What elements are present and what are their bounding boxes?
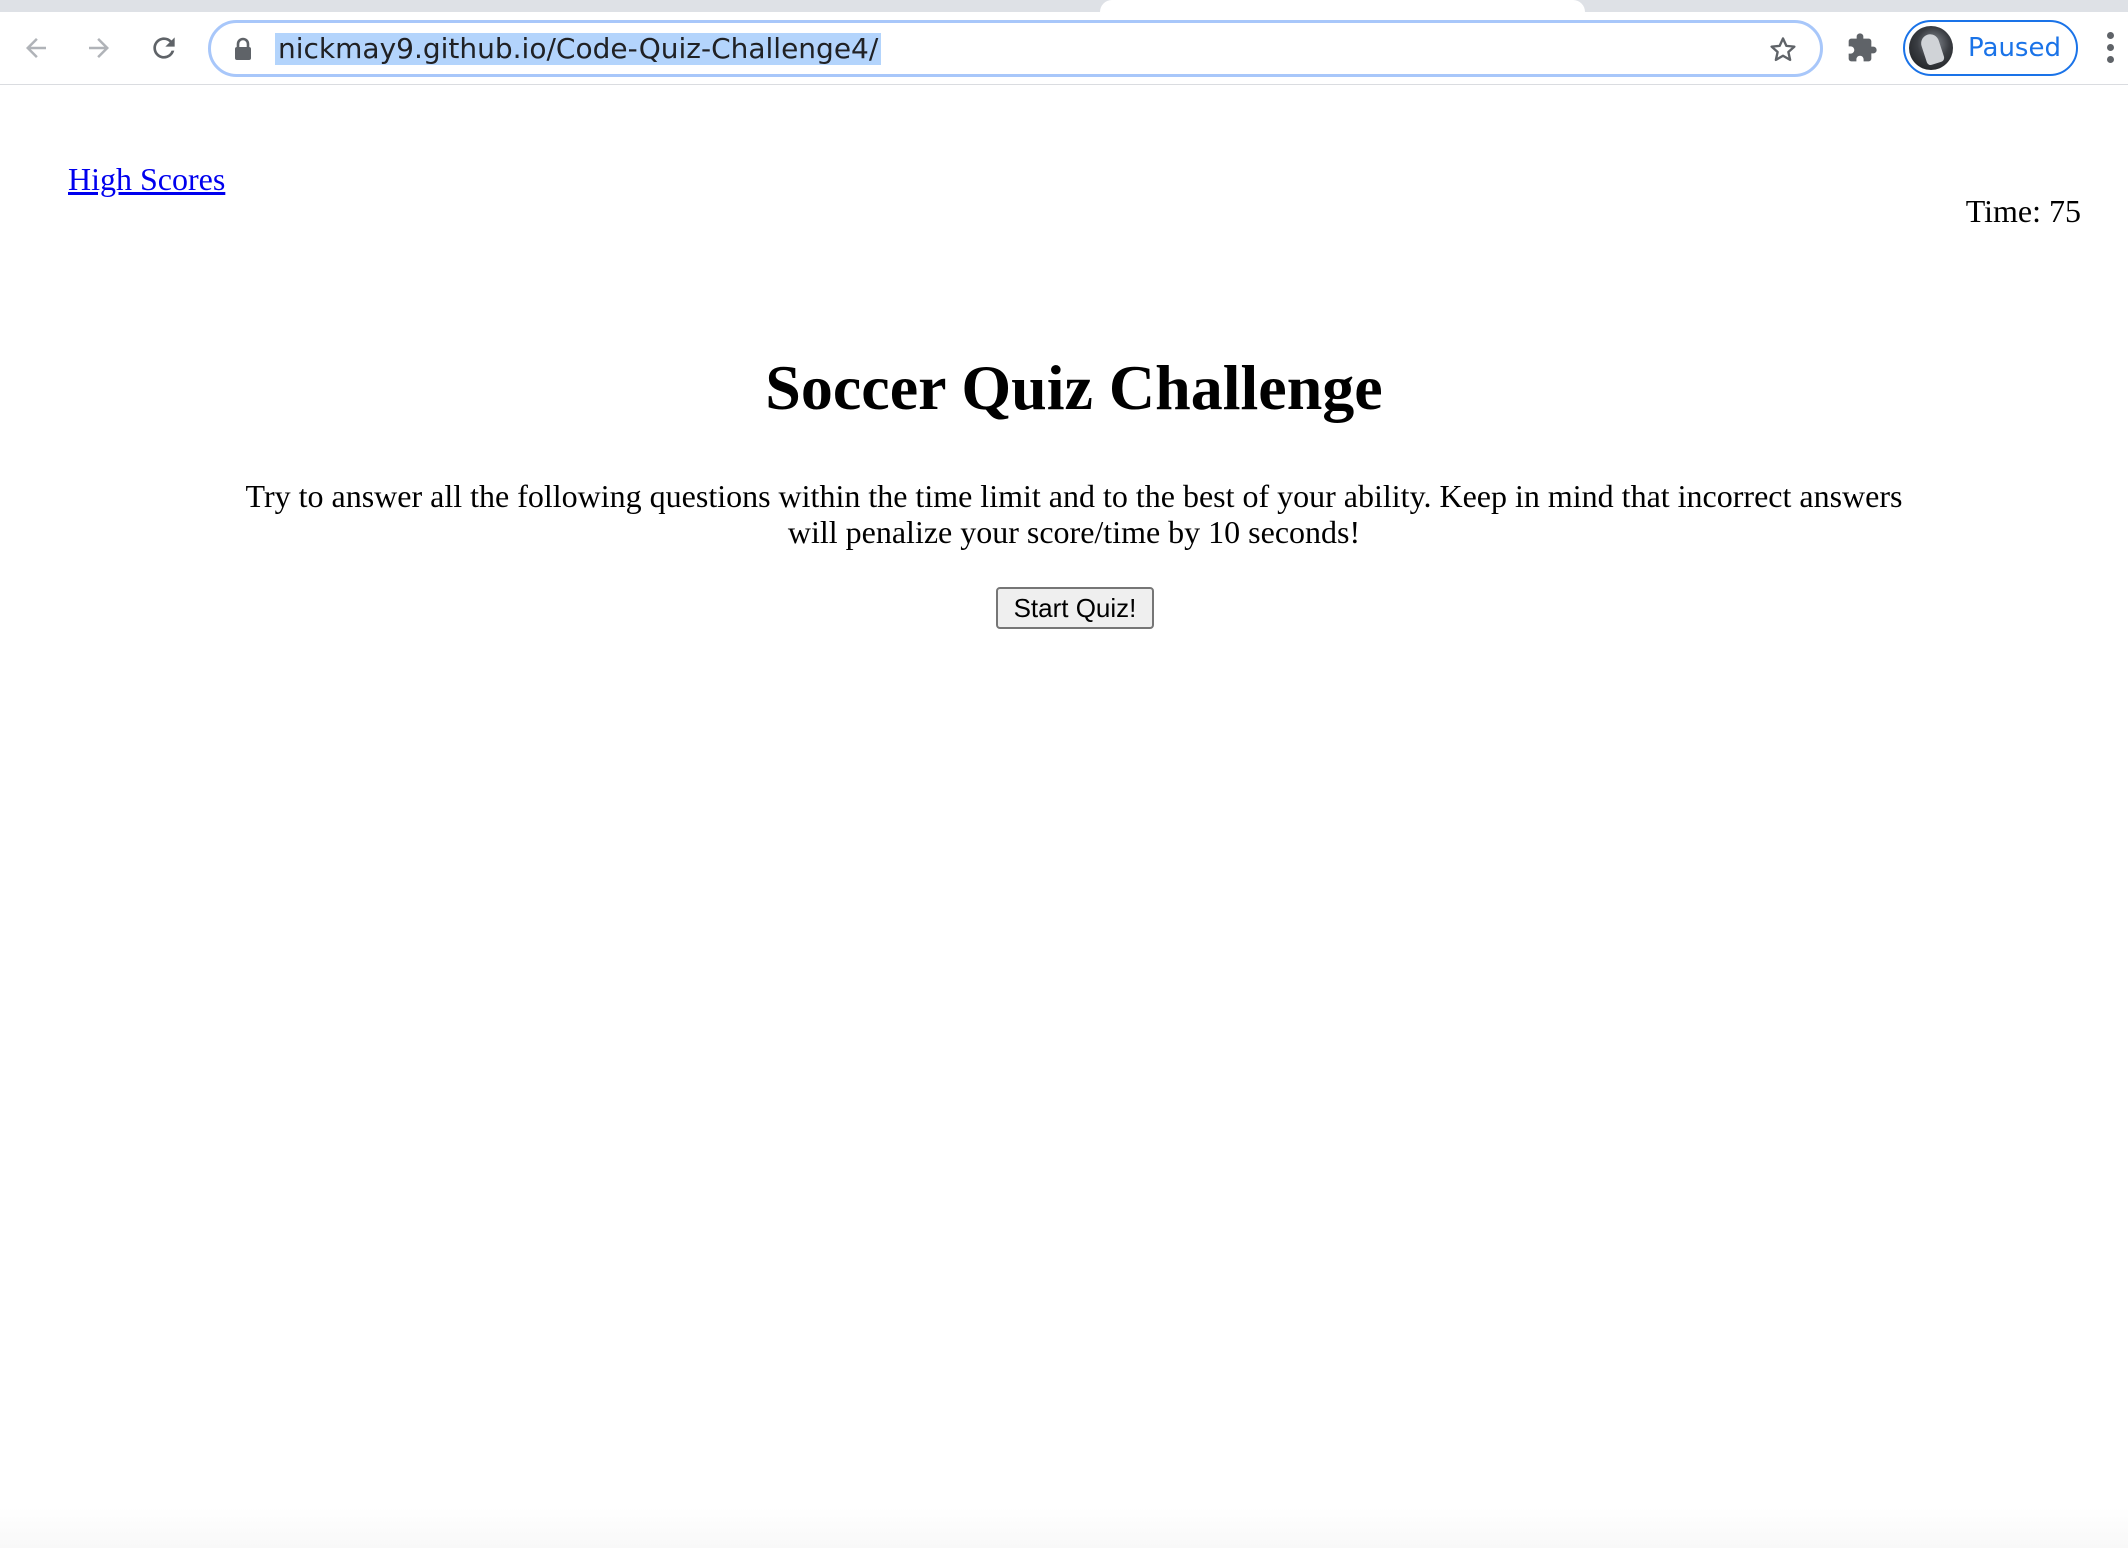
tab-strip xyxy=(0,0,2128,12)
profile-button[interactable]: Paused xyxy=(1903,20,2078,76)
kebab-menu-icon[interactable] xyxy=(2100,32,2120,64)
puzzle-icon[interactable] xyxy=(1846,32,1878,69)
reload-button[interactable] xyxy=(142,26,186,70)
start-quiz-button[interactable]: Start Quiz! xyxy=(996,587,1154,629)
back-arrow-icon xyxy=(26,38,46,58)
timer-label: Time: xyxy=(1965,193,2041,229)
forward-button[interactable] xyxy=(77,26,121,70)
quiz-instructions: Try to answer all the following question… xyxy=(245,478,1903,550)
timer-value: 75 xyxy=(2049,193,2081,229)
page-bottom-edge xyxy=(0,1508,2128,1548)
address-bar[interactable]: nickmay9.github.io/Code-Quiz-Challenge4/ xyxy=(208,20,1823,77)
lock-icon[interactable] xyxy=(233,37,253,66)
high-scores-link[interactable]: High Scores xyxy=(68,161,225,198)
forward-arrow-icon xyxy=(89,38,109,58)
reload-icon xyxy=(153,37,175,59)
profile-status: Paused xyxy=(1968,33,2061,63)
star-icon[interactable] xyxy=(1768,35,1798,70)
browser-toolbar: nickmay9.github.io/Code-Quiz-Challenge4/… xyxy=(0,12,2128,85)
timer: Time: 75 xyxy=(1966,193,2081,230)
page-content: High Scores Time: 75 Soccer Quiz Challeng… xyxy=(0,86,2128,1548)
page-title: Soccer Quiz Challenge xyxy=(765,352,1383,423)
avatar xyxy=(1909,26,1953,70)
back-button[interactable] xyxy=(14,26,58,70)
url-text[interactable]: nickmay9.github.io/Code-Quiz-Challenge4/ xyxy=(275,33,882,65)
active-tab[interactable] xyxy=(1100,0,1585,12)
